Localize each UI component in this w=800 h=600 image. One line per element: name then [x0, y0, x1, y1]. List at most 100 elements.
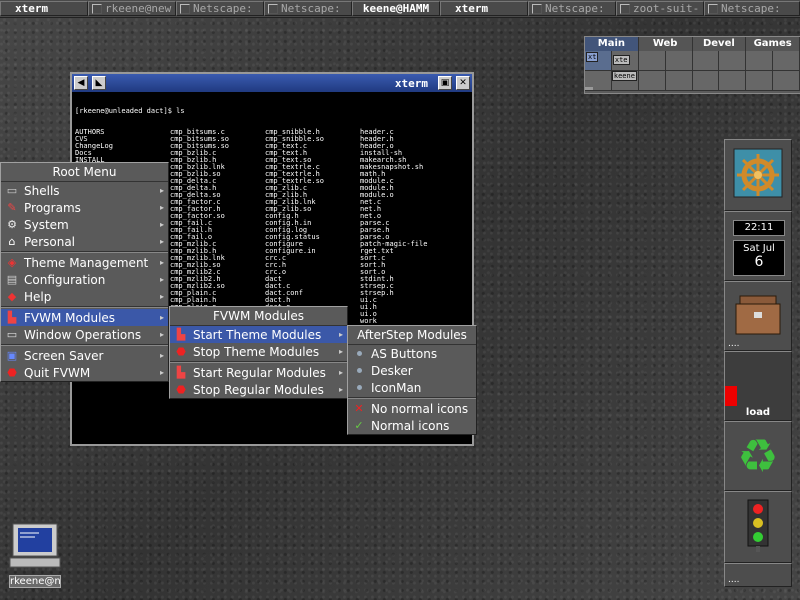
submenu-arrow-icon: ▸	[159, 313, 164, 322]
menu-item-no-normal-icons[interactable]: ✕ No normal icons	[348, 400, 476, 417]
menu-item-as-buttons[interactable]: AS Buttons	[348, 345, 476, 362]
submenu-arrow-icon: ▸	[159, 330, 164, 339]
menu-left-icon[interactable]: ◀	[74, 76, 88, 90]
task-button[interactable]: Netscape:	[264, 1, 352, 16]
menu-item-start-regular-modules[interactable]: ▙ Start Regular Modules ▸	[170, 364, 347, 381]
desk-tab-games[interactable]: Games	[746, 37, 800, 51]
wharf-dots: ....	[728, 575, 740, 585]
close-icon[interactable]: ✕	[456, 76, 470, 90]
recycle-icon: ♻	[737, 429, 779, 483]
menu-item-desker[interactable]: Desker	[348, 362, 476, 379]
stop-icon: ⬣	[7, 366, 17, 379]
wharf-load-monitor[interactable]: load	[724, 351, 792, 421]
task-button[interactable]: xterm	[0, 1, 88, 16]
wharf-button-recycle[interactable]: ♻	[724, 421, 792, 491]
pager-cell[interactable]	[746, 71, 774, 91]
task-button[interactable]: Netscape:	[704, 1, 800, 16]
desk-tab-main[interactable]: Main	[585, 37, 639, 51]
task-button[interactable]: zoot-suit-	[616, 1, 704, 16]
iconified-window[interactable]: rkeene@n	[9, 522, 61, 588]
pager-cell[interactable]	[665, 51, 693, 71]
menu-item-start-theme-modules[interactable]: ▙ Start Theme Modules ▸	[170, 326, 347, 343]
menu-item-personal[interactable]: ⌂ Personal ▸	[1, 233, 168, 250]
task-button[interactable]: Netscape:	[528, 1, 616, 16]
menu-title: Root Menu	[1, 163, 168, 182]
menu-item-system[interactable]: ⚙ System ▸	[1, 216, 168, 233]
wharf-button-helm[interactable]	[724, 139, 792, 211]
menu-item-shells[interactable]: ▭ Shells ▸	[1, 182, 168, 199]
menu-item-window-operations[interactable]: ▭ Window Operations ▸	[1, 326, 168, 343]
menu-item-fvwm-modules[interactable]: ▙ FVWM Modules ▸	[1, 309, 168, 326]
menu-item-label: No normal icons	[371, 401, 469, 416]
ls-column: cmp_bitsums.c cmp_bitsums.so cmp_bitsums.s…	[170, 129, 265, 332]
task-label: rkeene@new	[105, 2, 172, 15]
pager-cell[interactable]	[773, 51, 800, 71]
menu-item-label: AS Buttons	[371, 346, 438, 361]
icon-label: rkeene@n	[9, 575, 61, 588]
menu-item-label: Help	[24, 289, 52, 304]
menu-item-stop-regular-modules[interactable]: ⬣ Stop Regular Modules ▸	[170, 381, 347, 398]
menu-item-stop-theme-modules[interactable]: ⬣ Stop Theme Modules ▸	[170, 343, 347, 360]
pager-cell[interactable]	[665, 71, 693, 91]
pager-cell[interactable]	[585, 71, 612, 91]
pager-cell[interactable]: xte	[611, 51, 639, 71]
task-button[interactable]: rkeene@new	[88, 1, 176, 16]
menu-item-quit-fvwm[interactable]: ⬣ Quit FVWM ▸	[1, 364, 168, 381]
briefcase-icon	[735, 295, 781, 335]
pager-cell[interactable]	[692, 71, 720, 91]
submenu-arrow-icon: ▸	[338, 347, 343, 356]
submenu-arrow-icon: ▸	[338, 330, 343, 339]
separator	[1, 306, 168, 308]
desk-tab-web[interactable]: Web	[638, 37, 693, 51]
mini-window[interactable]: xt	[586, 52, 599, 62]
mini-window[interactable]: xte	[612, 55, 630, 65]
menu-item-configuration[interactable]: ▤ Configuration ▸	[1, 271, 168, 288]
home-icon: ⌂	[8, 235, 16, 248]
pager-cell[interactable]	[746, 51, 774, 71]
mini-window[interactable]	[585, 87, 593, 90]
mini-window[interactable]: keene	[611, 71, 637, 81]
taskbar: xterm rkeene@new Netscape: Netscape: kee…	[0, 0, 800, 18]
wharf-button-traffic-light[interactable]	[724, 491, 792, 563]
menu-item-iconman[interactable]: IconMan	[348, 379, 476, 396]
menu-item-label: Configuration	[24, 272, 106, 287]
calendar-day: Sat Jul	[743, 243, 775, 254]
menu-item-screen-saver[interactable]: ▣ Screen Saver ▸	[1, 347, 168, 364]
task-button[interactable]: Netscape:	[176, 1, 264, 16]
menu-item-label: Window Operations	[24, 327, 142, 342]
pager-cell[interactable]	[773, 71, 800, 91]
pager-cell[interactable]	[719, 51, 747, 71]
menu-item-label: Programs	[24, 200, 81, 215]
maximize-icon[interactable]: ▣	[438, 76, 452, 90]
menu-item-help[interactable]: ◆ Help ▸	[1, 288, 168, 305]
pager-cell[interactable]	[719, 71, 747, 91]
ls-column: cmp_snibble.h cmp_snibble.so cmp_text.c cmp…	[265, 129, 360, 332]
clock-time: 22:11	[733, 220, 785, 236]
task-button[interactable]: keene@HAMM	[352, 1, 440, 16]
pager-cell[interactable]: xt	[585, 51, 612, 71]
menu-item-normal-icons[interactable]: ✓ Normal icons	[348, 417, 476, 434]
pager-cell[interactable]	[692, 51, 720, 71]
wharf-clock[interactable]: 22:11 Sat Jul 6	[724, 211, 792, 281]
wharf-button-briefcase[interactable]: ....	[724, 281, 792, 351]
bullet-icon	[352, 381, 366, 395]
submenu-arrow-icon: ▸	[338, 368, 343, 377]
pager[interactable]: Main Web Devel Games xt xte keene	[584, 36, 800, 94]
submenu-arrow-icon: ▸	[159, 220, 164, 229]
task-button[interactable]: xterm	[440, 1, 528, 16]
pager-cell[interactable]	[638, 51, 666, 71]
stop-icon: ⬣	[176, 383, 186, 396]
iconify-icon[interactable]: ◣	[92, 76, 106, 90]
menu-item-theme-management[interactable]: ◈ Theme Management ▸	[1, 254, 168, 271]
menu-item-label: Shells	[24, 183, 60, 198]
menu-item-programs[interactable]: ✎ Programs ▸	[1, 199, 168, 216]
ls-entry: AUTHORS	[75, 128, 105, 136]
wharf-empty[interactable]: ....	[724, 563, 792, 587]
pager-cell[interactable]	[638, 71, 666, 91]
title-bar[interactable]: ◀ ◣ xterm ▣ ✕	[72, 74, 472, 92]
desk-tab-devel[interactable]: Devel	[692, 37, 747, 51]
task-label: Netscape:	[193, 2, 253, 15]
pager-cell[interactable]: keene	[611, 71, 639, 91]
bullet-icon	[352, 364, 366, 378]
task-label: Netscape:	[281, 2, 341, 15]
